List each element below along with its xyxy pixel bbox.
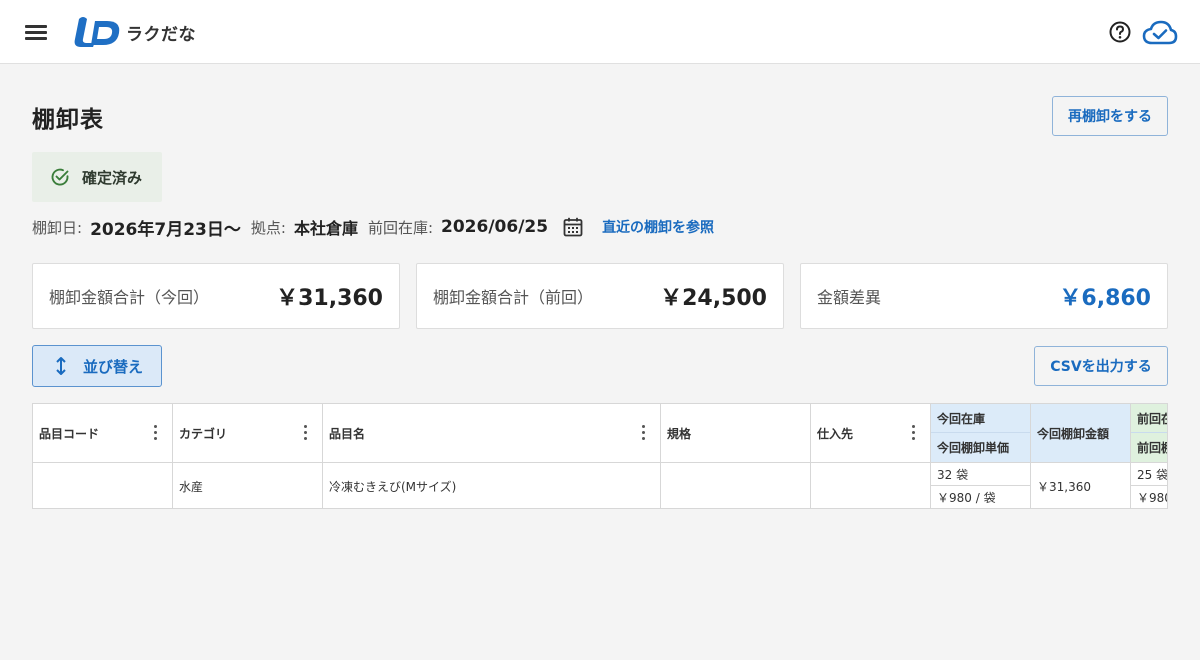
summary-value: ￥31,360 [276, 286, 383, 311]
cell-name: 冷凍むきえび(Mサイズ) [323, 463, 661, 508]
cell-current-amount: ￥31,360 [1031, 463, 1131, 508]
summary-label: 棚卸金額合計（前回） [433, 288, 594, 307]
location-label: 拠点: [250, 218, 286, 237]
status-label: 確定済み [82, 168, 143, 187]
column-header-name[interactable]: 品目名 [323, 404, 661, 463]
cell-current-stock-qty: 32 袋 [931, 463, 1030, 486]
summary-label: 棚卸金額合計（今回） [49, 288, 210, 307]
column-menu-icon[interactable] [642, 425, 646, 441]
column-header-spec[interactable]: 規格 [661, 404, 811, 463]
page-title: 棚卸表 [32, 107, 104, 133]
logo-text: ラクだな [126, 24, 196, 45]
column-header-current-amount[interactable]: 今回棚卸金額 [1031, 404, 1131, 463]
app-header: ラクだな [0, 0, 1200, 64]
summary-label: 金額差異 [817, 288, 882, 307]
status-badge: 確定済み [32, 152, 162, 202]
menu-icon[interactable] [24, 22, 48, 42]
column-header-previous-stock[interactable]: 前回在庫 前回棚卸単価 [1131, 404, 1167, 463]
column-header-supplier[interactable]: 仕入先 [811, 404, 931, 463]
help-icon[interactable] [1108, 20, 1132, 44]
sort-button-label: 並び替え [83, 357, 144, 376]
prev-stock-label: 前回在庫: [367, 218, 434, 237]
cell-category: 水産 [173, 463, 323, 508]
cell-supplier [811, 463, 931, 508]
check-circle-icon [51, 168, 69, 186]
date-value: 2026年7月23日〜 [90, 219, 241, 240]
calendar-icon[interactable] [562, 216, 584, 238]
export-csv-button[interactable]: CSVを出力する [1034, 346, 1168, 386]
column-header-current-stock[interactable]: 今回在庫 今回棚卸単価 [931, 404, 1031, 463]
location-value: 本社倉庫 [293, 219, 358, 238]
column-header-code[interactable]: 品目コード [33, 404, 173, 463]
cell-spec [661, 463, 811, 508]
cell-previous-stock: 25 袋 ￥980 / 袋 [1131, 463, 1167, 508]
inventory-table[interactable]: 品目コード カテゴリ 品目名 規格 仕入先 今回在庫 今回棚卸単価 今回棚卸金額… [32, 403, 1168, 509]
column-menu-icon[interactable] [912, 425, 916, 441]
app-logo[interactable]: ラクだな [73, 14, 196, 50]
header-previous-unit-price: 前回棚卸単価 [1137, 441, 1167, 455]
header-current-unit-price: 今回棚卸単価 [937, 441, 1010, 455]
prev-stock-date: 2026/06/25 [441, 217, 549, 237]
cell-previous-stock-qty: 25 袋 [1131, 463, 1167, 486]
sort-button[interactable]: 並び替え [32, 345, 162, 387]
cloud-check-icon[interactable] [1142, 17, 1178, 47]
cell-current-unit-price: ￥980 / 袋 [937, 491, 996, 505]
restock-button[interactable]: 再棚卸をする [1052, 96, 1168, 136]
header-previous-stock: 前回在庫 [1131, 404, 1167, 433]
header-current-stock: 今回在庫 [931, 404, 1030, 433]
summary-card-current: 棚卸金額合計（今回） ￥31,360 [32, 263, 400, 329]
cell-code [33, 463, 173, 508]
summary-value: ￥24,500 [660, 286, 767, 311]
cell-previous-unit-price: ￥980 / 袋 [1137, 491, 1167, 505]
date-label: 棚卸日: [32, 218, 83, 237]
summary-value: ￥6,860 [1059, 286, 1151, 311]
cell-current-stock: 32 袋 ￥980 / 袋 [931, 463, 1031, 508]
column-header-category[interactable]: カテゴリ [173, 404, 323, 463]
recent-inventory-link[interactable]: 直近の棚卸を参照 [602, 217, 714, 237]
column-menu-icon[interactable] [304, 425, 308, 441]
logo-mark-icon [74, 17, 120, 47]
summary-card-previous: 棚卸金額合計（前回） ￥24,500 [416, 263, 784, 329]
summary-card-difference: 金額差異 ￥6,860 [800, 263, 1168, 329]
sort-arrows-icon [56, 357, 66, 375]
column-menu-icon[interactable] [154, 425, 158, 441]
inventory-meta: 棚卸日: 2026年7月23日〜 拠点: 本社倉庫 前回在庫: 2026/06/… [32, 213, 714, 241]
